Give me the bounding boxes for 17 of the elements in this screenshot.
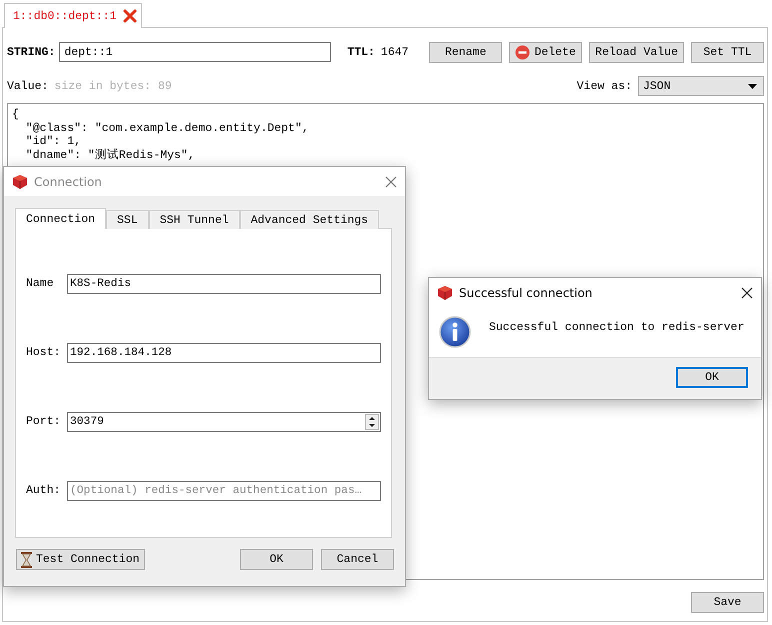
field-label: Auth:	[26, 484, 62, 497]
view-as-label: View as:	[576, 80, 632, 92]
dialog-title: Connection	[34, 174, 102, 188]
value-label: Value:	[7, 80, 48, 92]
field-label: Host:	[26, 346, 62, 359]
field-label: Port:	[26, 415, 62, 428]
field-label: Name	[26, 277, 55, 290]
code-line: "@class": "com.example.demo.entity.Dept",	[24, 122, 309, 135]
code-line: {	[12, 108, 19, 122]
ttl-value: 1647	[380, 46, 409, 58]
value-size: size in bytes: 89	[54, 80, 172, 92]
message-text: Successful connection to redis-server	[489, 320, 744, 334]
dialog-title: Successful connection	[459, 286, 592, 300]
code-line: "id": 1,	[24, 135, 82, 148]
key-type-label: STRING:	[7, 46, 56, 58]
ttl-label: TTL:	[347, 46, 375, 58]
code-line: "dname": "测试Redis-Mys",	[24, 148, 195, 162]
